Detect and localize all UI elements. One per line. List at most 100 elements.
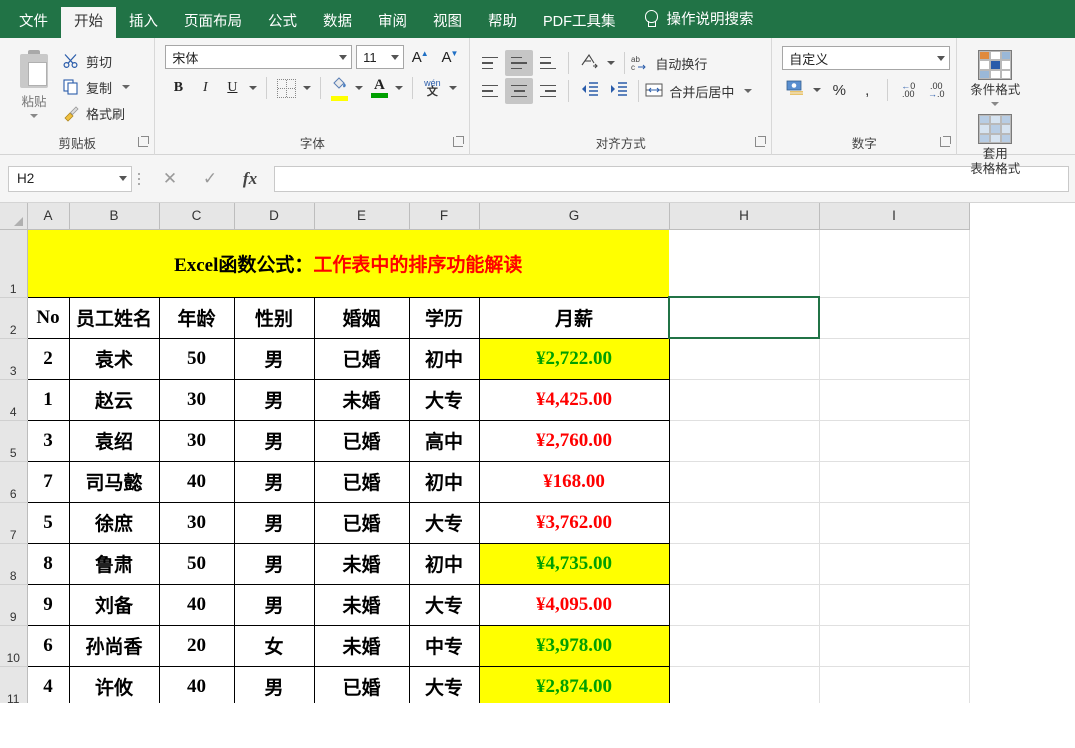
cell-gender[interactable]: 男 bbox=[233, 378, 315, 421]
cell-education[interactable]: 初中 bbox=[408, 542, 480, 585]
empty-cell[interactable] bbox=[669, 625, 820, 667]
cell-marriage[interactable]: 已婚 bbox=[313, 665, 410, 703]
font-name-combo[interactable]: 宋体 bbox=[165, 45, 353, 69]
format-painter-button[interactable]: 格式刷 bbox=[62, 102, 132, 124]
row-header-6[interactable]: 6 bbox=[0, 461, 28, 503]
format-as-table-button[interactable]: 套用 表格格式 bbox=[957, 106, 1033, 177]
table-header-cell[interactable]: 婚姻 bbox=[313, 296, 410, 339]
cell-age[interactable]: 40 bbox=[158, 460, 235, 503]
accounting-format-button[interactable] bbox=[782, 77, 808, 103]
cell-no[interactable]: 9 bbox=[26, 583, 70, 626]
cell-gender[interactable]: 男 bbox=[233, 665, 315, 703]
cell-no[interactable]: 8 bbox=[26, 542, 70, 585]
empty-cell[interactable] bbox=[669, 502, 820, 544]
empty-cell[interactable] bbox=[819, 666, 970, 703]
cell-gender[interactable]: 男 bbox=[233, 337, 315, 380]
cell-name[interactable]: 刘备 bbox=[68, 583, 160, 626]
cell-education[interactable]: 大专 bbox=[408, 665, 480, 703]
cell-name[interactable]: 许攸 bbox=[68, 665, 160, 703]
cell-marriage[interactable]: 已婚 bbox=[313, 501, 410, 544]
empty-cell[interactable] bbox=[819, 229, 970, 298]
empty-cell[interactable] bbox=[819, 461, 970, 503]
increase-indent-button[interactable] bbox=[604, 78, 632, 104]
empty-cell[interactable] bbox=[819, 543, 970, 585]
decrease-indent-button[interactable] bbox=[575, 78, 603, 104]
empty-cell[interactable] bbox=[669, 543, 820, 585]
decrease-font-size-button[interactable]: A ▼ bbox=[438, 45, 464, 69]
percent-style-button[interactable]: % bbox=[826, 77, 852, 103]
increase-decimal-button[interactable]: ←0.00 bbox=[895, 77, 921, 103]
cell-age[interactable]: 40 bbox=[158, 583, 235, 626]
align-bottom-button[interactable] bbox=[534, 50, 562, 76]
copy-chevron-down-icon[interactable] bbox=[122, 85, 131, 89]
tab-help[interactable]: 帮助 bbox=[475, 7, 530, 39]
cell-education[interactable]: 大专 bbox=[408, 583, 480, 626]
cell-age[interactable]: 30 bbox=[158, 419, 235, 462]
cell-age[interactable]: 20 bbox=[158, 624, 235, 667]
select-all-corner[interactable] bbox=[0, 203, 28, 230]
accounting-chevron-down-icon[interactable] bbox=[810, 77, 824, 103]
column-header-i[interactable]: I bbox=[819, 203, 970, 230]
tab-file[interactable]: 文件 bbox=[6, 7, 61, 39]
cell-age[interactable]: 50 bbox=[158, 542, 235, 585]
orientation-button[interactable] bbox=[575, 50, 603, 76]
cell-name[interactable]: 鲁肃 bbox=[68, 542, 160, 585]
cell-no[interactable]: 4 bbox=[26, 665, 70, 703]
cell-no[interactable]: 1 bbox=[26, 378, 70, 421]
font-size-combo[interactable]: 11 bbox=[356, 45, 404, 69]
number-dialog-launcher[interactable] bbox=[940, 137, 951, 147]
fill-color-button[interactable] bbox=[327, 75, 351, 101]
table-header-cell[interactable]: 员工姓名 bbox=[68, 296, 160, 339]
column-header-a[interactable]: A bbox=[27, 203, 70, 230]
increase-font-size-button[interactable]: A ▲ bbox=[408, 45, 434, 69]
cell-name[interactable]: 徐庶 bbox=[68, 501, 160, 544]
name-box[interactable]: H2 bbox=[8, 165, 132, 192]
insert-function-button[interactable]: fx bbox=[230, 165, 270, 193]
cell-name[interactable]: 孙尚香 bbox=[68, 624, 160, 667]
empty-cell[interactable] bbox=[819, 584, 970, 626]
cut-button[interactable]: 剪切 bbox=[62, 50, 132, 72]
table-header-cell[interactable]: 学历 bbox=[408, 296, 480, 339]
cell-salary[interactable]: ¥2,760.00 bbox=[478, 419, 670, 462]
empty-cell[interactable] bbox=[669, 584, 820, 626]
cell-education[interactable]: 初中 bbox=[408, 460, 480, 503]
confirm-formula-button[interactable]: ✓ bbox=[190, 165, 230, 193]
cell-salary[interactable]: ¥3,978.00 bbox=[478, 624, 670, 667]
decrease-decimal-button[interactable]: .00 →.0 bbox=[923, 77, 949, 103]
number-format-combo[interactable]: 自定义 bbox=[782, 46, 951, 70]
cell-gender[interactable]: 男 bbox=[233, 460, 315, 503]
copy-button[interactable]: 复制 bbox=[62, 76, 132, 98]
empty-cell[interactable] bbox=[819, 297, 970, 339]
row-header-1[interactable]: 1 bbox=[0, 229, 28, 298]
cell-no[interactable]: 5 bbox=[26, 501, 70, 544]
tab-home[interactable]: 开始 bbox=[61, 6, 116, 38]
cell-age[interactable]: 50 bbox=[158, 337, 235, 380]
formula-input[interactable] bbox=[274, 165, 1069, 192]
paste-chevron-down-icon[interactable] bbox=[30, 114, 38, 118]
column-header-c[interactable]: C bbox=[159, 203, 235, 230]
column-header-f[interactable]: F bbox=[409, 203, 480, 230]
merge-and-center-button[interactable]: 合并后居中 bbox=[645, 78, 756, 104]
font-dialog-launcher[interactable] bbox=[453, 137, 464, 147]
column-header-e[interactable]: E bbox=[314, 203, 410, 230]
comma-style-button[interactable]: , bbox=[854, 77, 880, 103]
underline-chevron-down-icon[interactable] bbox=[246, 75, 260, 101]
cell-gender[interactable]: 女 bbox=[233, 624, 315, 667]
cell-gender[interactable]: 男 bbox=[233, 419, 315, 462]
cell-salary[interactable]: ¥4,095.00 bbox=[478, 583, 670, 626]
cell-education[interactable]: 初中 bbox=[408, 337, 480, 380]
table-header-cell[interactable]: 性别 bbox=[233, 296, 315, 339]
cell-marriage[interactable]: 已婚 bbox=[313, 460, 410, 503]
empty-cell[interactable] bbox=[819, 379, 970, 421]
tell-me-search[interactable]: 操作说明搜索 bbox=[643, 8, 754, 38]
cell-marriage[interactable]: 已婚 bbox=[313, 337, 410, 380]
empty-cell[interactable] bbox=[668, 296, 820, 339]
cell-education[interactable]: 大专 bbox=[408, 501, 480, 544]
empty-cell[interactable] bbox=[819, 502, 970, 544]
empty-cell[interactable] bbox=[819, 420, 970, 462]
table-header-cell[interactable]: No bbox=[26, 296, 70, 339]
tab-formulas[interactable]: 公式 bbox=[255, 7, 310, 39]
cell-no[interactable]: 3 bbox=[26, 419, 70, 462]
empty-cell[interactable] bbox=[819, 625, 970, 667]
cancel-formula-button[interactable]: ✕ bbox=[150, 165, 190, 193]
